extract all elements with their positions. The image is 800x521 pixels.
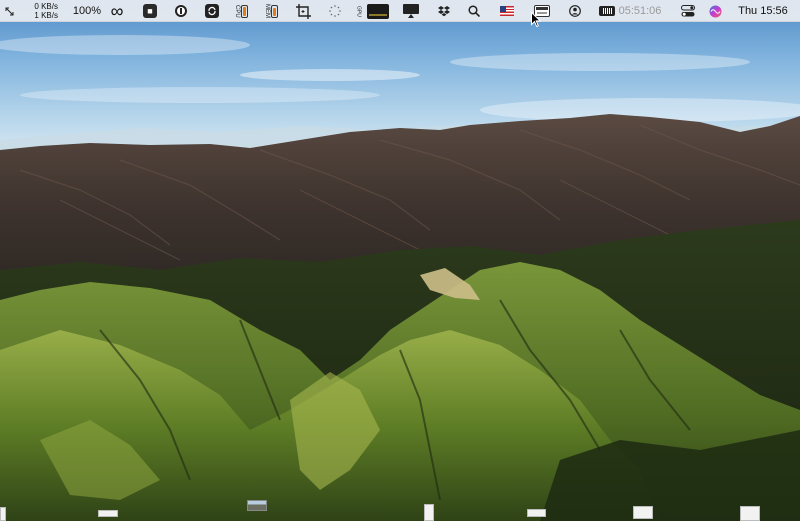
display-icon[interactable] — [402, 0, 420, 22]
download-speed: 1 KB/s — [34, 11, 58, 20]
activity-spinner-icon[interactable] — [328, 0, 342, 22]
menu-bar: 0 KB/s 1 KB/s 100% ∞ ■ CPU MEM GPU 05:51… — [0, 0, 800, 22]
menubar-clock[interactable]: Thu 15:56 — [733, 0, 793, 22]
gpu-label-icon[interactable]: GPU — [354, 0, 364, 22]
cpu-label: CPU — [234, 4, 240, 18]
battery-icon[interactable] — [598, 0, 616, 22]
cpu-meter-icon[interactable]: CPU — [232, 0, 250, 22]
crop-capture-icon[interactable] — [295, 0, 311, 22]
arrows-icon[interactable] — [4, 0, 14, 22]
desktop-file-thumbnail[interactable] — [98, 510, 118, 517]
graph-monitor-icon[interactable] — [366, 0, 390, 22]
search-icon[interactable] — [467, 0, 481, 22]
one-password-icon[interactable] — [173, 0, 189, 22]
desktop-file-thumbnail[interactable] — [424, 504, 434, 521]
mouse-cursor-icon — [531, 12, 541, 28]
wallpaper-image — [0, 0, 800, 521]
desktop: 0 KB/s 1 KB/s 100% ∞ ■ CPU MEM GPU 05:51… — [0, 0, 800, 521]
sync-icon[interactable] — [204, 0, 220, 22]
mem-meter-icon[interactable]: MEM — [262, 0, 280, 22]
camera-icon[interactable]: ■ — [142, 0, 158, 22]
desktop-image-thumbnail[interactable] — [247, 500, 267, 511]
desktop-file-thumbnail[interactable] — [633, 506, 653, 519]
zoom-level[interactable]: 100% — [72, 0, 102, 22]
upload-speed: 0 KB/s — [34, 2, 58, 11]
desktop-file-thumbnail[interactable] — [740, 506, 760, 521]
control-center-icon[interactable] — [680, 0, 696, 22]
us-flag-icon[interactable] — [499, 0, 515, 22]
desktop-file-thumbnail[interactable] — [527, 509, 546, 517]
infinity-icon[interactable]: ∞ — [106, 0, 128, 22]
mem-label: MEM — [264, 4, 270, 18]
network-speed-monitor[interactable]: 0 KB/s 1 KB/s — [22, 0, 58, 22]
siri-icon[interactable] — [707, 0, 723, 22]
user-icon[interactable] — [568, 0, 582, 22]
desktop-file-thumbnail[interactable] — [0, 507, 6, 521]
elapsed-timer[interactable]: 05:51:06 — [617, 0, 663, 22]
dropbox-icon[interactable] — [437, 0, 451, 22]
